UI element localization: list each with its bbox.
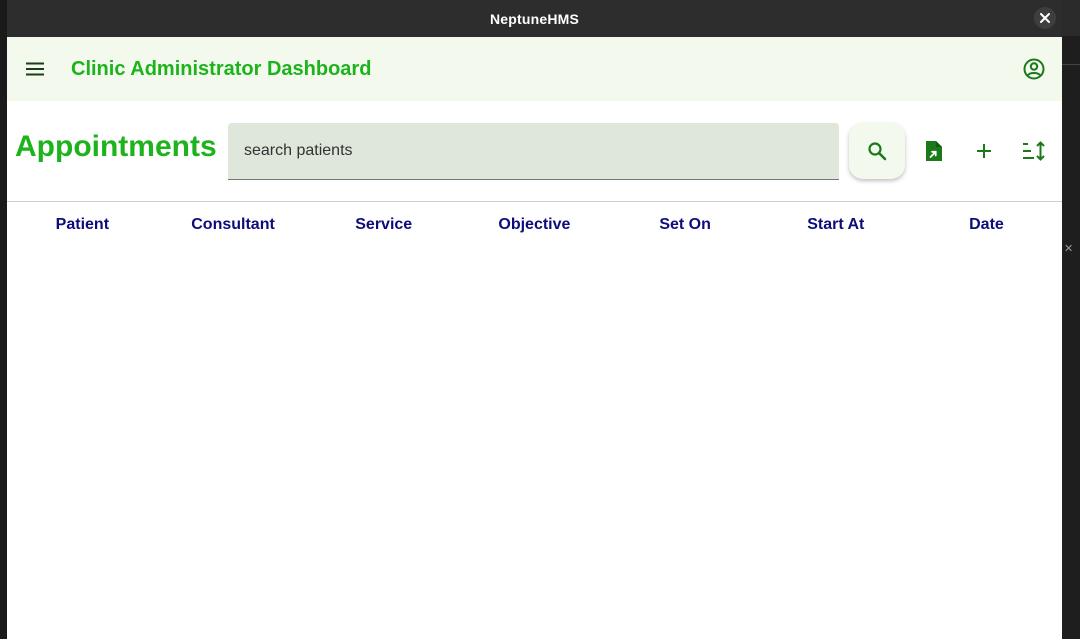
desktop-background-left [0,0,7,639]
search-button[interactable] [849,123,905,179]
window-title: NeptuneHMS [489,10,580,27]
column-header-set-on[interactable]: Set On [610,202,761,248]
file-export-icon [926,141,942,161]
search-icon [868,142,887,161]
column-header-objective[interactable]: Objective [459,202,610,248]
column-header-date[interactable]: Date [911,202,1062,248]
app-bar: Clinic Administrator Dashboard [7,37,1062,101]
app-window: NeptuneHMS Clinic Administrator Dashboar… [7,0,1062,639]
column-header-start-at[interactable]: Start At [760,202,911,248]
page-title: Appointments [15,130,217,163]
sort-button[interactable] [1020,137,1048,165]
app-title: Clinic Administrator Dashboard [71,57,372,80]
background-close-icon: ✕ [1064,243,1074,255]
account-circle-icon [1023,58,1045,80]
search-field [228,123,839,180]
column-header-service[interactable]: Service [308,202,459,248]
search-input[interactable] [228,123,839,179]
appointments-table-body [7,248,1062,639]
export-button[interactable] [920,137,948,165]
appointments-table-header: Patient Consultant Service Objective Set… [7,202,1062,248]
menu-button[interactable] [23,57,47,81]
window-titlebar: NeptuneHMS [7,0,1062,37]
hamburger-icon [26,62,44,76]
plus-icon [977,144,991,158]
add-appointment-button[interactable] [970,137,998,165]
account-button[interactable] [1022,57,1046,81]
close-icon [1040,13,1050,23]
column-header-patient[interactable]: Patient [7,202,158,248]
window-close-button[interactable] [1034,7,1056,29]
column-header-consultant[interactable]: Consultant [158,202,309,248]
sort-icon [1023,141,1045,161]
appointments-toolbar: Appointments [7,101,1062,201]
desktop-background-right: ✕ [1062,36,1080,639]
